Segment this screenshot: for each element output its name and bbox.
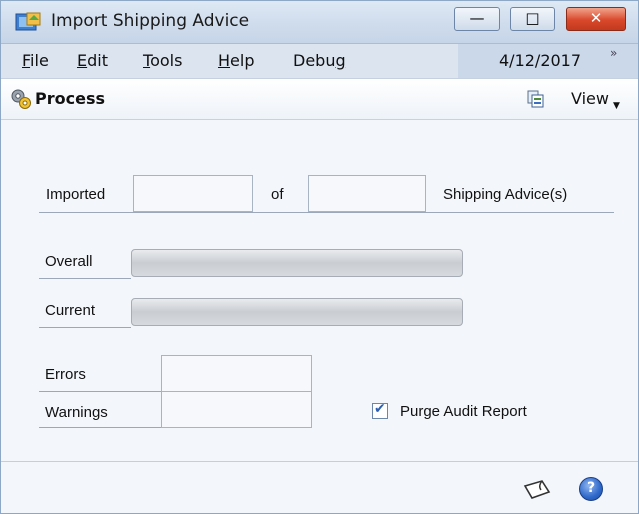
errors-label: Errors (45, 366, 86, 383)
errors-underline (39, 391, 161, 392)
menu-tools[interactable]: Tools (143, 51, 182, 70)
chevron-double-right-icon[interactable]: » (610, 46, 617, 60)
title-bar[interactable]: Import Shipping Advice — □ ✕ (1, 1, 638, 44)
menu-help[interactable]: Help (218, 51, 254, 70)
purge-audit-report-label[interactable]: Purge Audit Report (400, 403, 527, 420)
total-count-field (308, 175, 426, 212)
imported-count-field (133, 175, 253, 212)
current-label: Current (45, 302, 96, 319)
menu-edit[interactable]: Edit (77, 51, 108, 70)
user-date-area[interactable]: 4/12/2017 » (458, 44, 638, 78)
of-label: of (271, 186, 284, 203)
overall-label: Overall (45, 253, 93, 270)
current-progress-bar (131, 298, 463, 326)
process-gears-icon (11, 89, 31, 109)
action-toolbar: Process View ▼ (1, 79, 638, 120)
warnings-label: Warnings (45, 404, 108, 421)
shipping-advice-label: Shipping Advice(s) (443, 186, 568, 203)
menu-debug[interactable]: Debug (293, 51, 346, 70)
menu-bar: File Edit Tools Help Debug 4/12/2017 » (1, 44, 638, 79)
process-form: Imported of Shipping Advice(s) Overall C… (1, 120, 638, 513)
view-icon (527, 90, 544, 108)
help-icon[interactable]: ? (579, 477, 603, 501)
current-underline (39, 327, 131, 328)
menu-file[interactable]: File (22, 51, 49, 70)
imported-label: Imported (46, 186, 106, 203)
close-icon: ✕ (589, 9, 603, 27)
purge-audit-report-checkbox[interactable]: ✔ (372, 401, 388, 419)
caret-down-icon: ▼ (613, 101, 620, 111)
minimize-icon: — (469, 9, 485, 27)
warnings-count-field (161, 391, 312, 428)
overall-progress-bar (131, 249, 463, 277)
errors-count-field (161, 355, 312, 392)
import-shipping-advice-window: Import Shipping Advice — □ ✕ File Edit T… (0, 0, 639, 514)
maximize-icon: □ (525, 9, 540, 27)
overall-underline (39, 278, 131, 279)
warnings-underline (39, 427, 161, 428)
footer-divider (1, 461, 638, 462)
process-label: Process (35, 89, 105, 108)
import-shipping-icon (15, 12, 41, 31)
note-icon[interactable] (522, 478, 552, 500)
view-label: View (571, 89, 609, 108)
user-date: 4/12/2017 (499, 51, 582, 70)
maximize-button[interactable]: □ (510, 7, 555, 31)
imported-row-underline (39, 212, 614, 213)
window-title: Import Shipping Advice (51, 11, 250, 31)
close-button[interactable]: ✕ (566, 7, 626, 31)
checkmark-icon: ✔ (374, 401, 386, 417)
minimize-button[interactable]: — (454, 7, 500, 31)
